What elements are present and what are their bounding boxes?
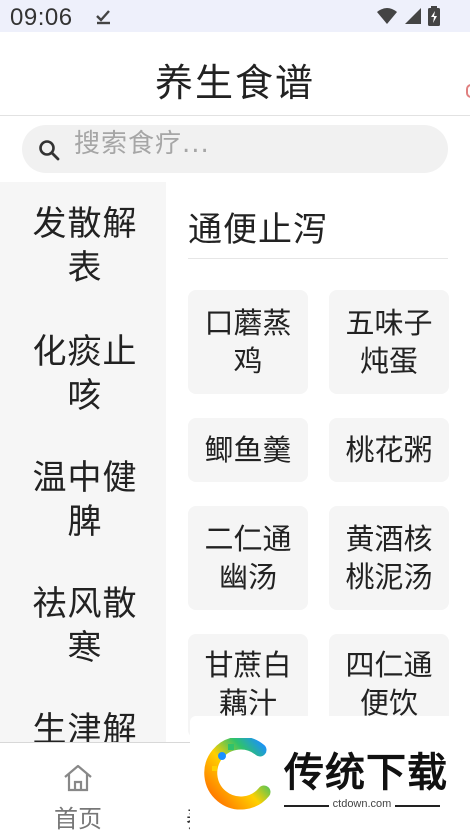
status-bar: 09:06: [0, 0, 470, 32]
download-done-icon: [96, 10, 110, 25]
status-time: 09:06: [10, 4, 73, 31]
recipe-card[interactable]: 五味子炖蛋: [329, 290, 449, 394]
watermark-brand: 传统下载: [284, 750, 448, 796]
section-divider: [188, 258, 448, 259]
category-sidebar: 发散解表 化痰止咳 温中健脾 祛风散寒 生津解: [0, 182, 166, 742]
recipe-content: 通便止泻 口蘑蒸鸡 五味子炖蛋 鲫鱼羹 桃花粥 二仁通幽汤 黄酒核桃泥汤 甘蔗白…: [166, 182, 470, 742]
section-title: 通便止泻: [188, 210, 328, 250]
recipe-card[interactable]: 口蘑蒸鸡: [188, 290, 308, 394]
search-icon: [39, 140, 60, 161]
floating-edge-icon[interactable]: [466, 84, 470, 98]
search-placeholder: 搜索食疗...: [74, 129, 210, 157]
app-header: 养生食谱: [0, 32, 470, 116]
status-icons: [376, 6, 440, 26]
search-input[interactable]: 搜索食疗...: [22, 125, 448, 173]
sidebar-item-wenzhong-jianpi[interactable]: 温中健脾: [20, 456, 150, 544]
cellular-signal-icon: [405, 8, 421, 24]
recipe-card[interactable]: 鲫鱼羹: [188, 418, 308, 482]
tab-home-label: 首页: [54, 805, 102, 833]
tab-home[interactable]: 首页: [38, 759, 118, 833]
wifi-icon: [377, 8, 397, 24]
sidebar-item-qufeng-sanhan[interactable]: 祛风散寒: [20, 582, 150, 670]
battery-icon: [428, 6, 440, 26]
recipe-card[interactable]: 黄酒核桃泥汤: [329, 506, 449, 610]
home-icon: [64, 764, 92, 792]
sidebar-item-fasan-jiebiao[interactable]: 发散解表: [20, 202, 150, 290]
search-area: 搜索食疗...: [0, 116, 470, 182]
sidebar-item-shengjin[interactable]: 生津解: [20, 708, 150, 742]
sidebar-item-huatan-zhike[interactable]: 化痰止咳: [20, 330, 150, 418]
recipe-card[interactable]: 桃花粥: [329, 418, 449, 482]
ctdown-logo-icon: [204, 738, 271, 810]
recipe-card[interactable]: 二仁通幽汤: [188, 506, 308, 610]
watermark-url: ctdown.com: [284, 798, 440, 810]
page-title: 养生食谱: [154, 61, 315, 105]
site-watermark: 传统下载 ctdown.com: [190, 716, 470, 836]
